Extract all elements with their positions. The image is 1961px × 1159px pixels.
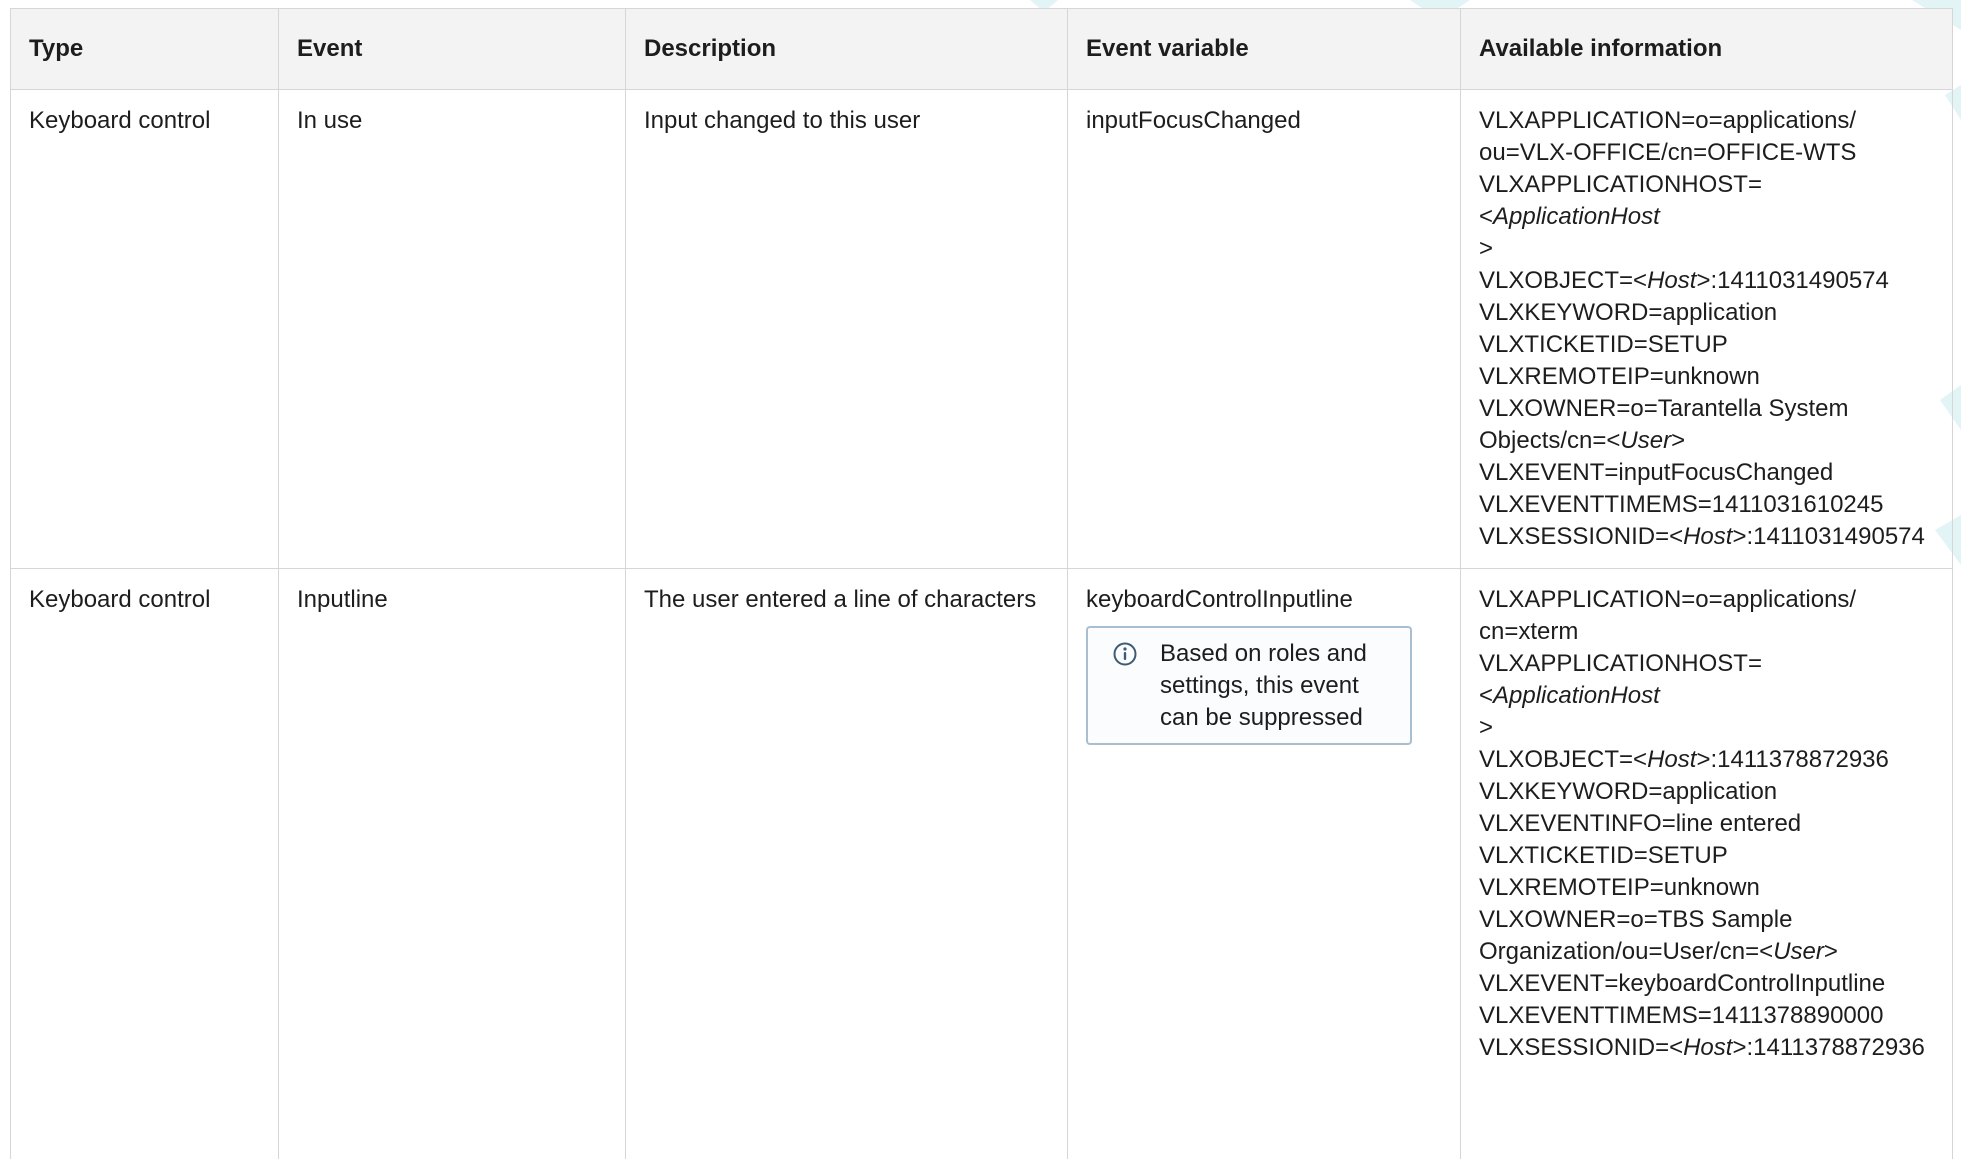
info-text: >: [1479, 235, 1493, 262]
info-text: VLXEVENT=keyboardControlInputline: [1479, 970, 1885, 997]
info-text: VLXREMOTEIP=unknown: [1479, 363, 1760, 390]
info-text: VLXEVENTTIMEMS=1411378890000: [1479, 1002, 1883, 1029]
events-table: Type Event Description Event variable Av…: [10, 8, 1953, 1159]
info-line: VLXEVENTINFO=line entered: [1479, 808, 1934, 840]
info-note: Based on roles and settings, this event …: [1086, 626, 1412, 745]
header-type: Type: [11, 9, 279, 90]
info-text: VLXEVENTTIMEMS=1411031610245: [1479, 491, 1883, 518]
info-line: VLXOBJECT=<Host>:1411378872936: [1479, 744, 1934, 776]
info-line: VLXSESSIONID=<Host>:1411031490574: [1479, 521, 1934, 553]
info-text: Objects/cn=<: [1479, 427, 1620, 454]
table-header-row: Type Event Description Event variable Av…: [11, 9, 1953, 90]
info-line: ou=VLX-OFFICE/cn=OFFICE-WTS: [1479, 137, 1934, 169]
available-information-text: VLXAPPLICATION=o=applications/cn=xterm VL…: [1479, 584, 1934, 1064]
info-line: VLXSESSIONID=<Host>:1411378872936: [1479, 1032, 1934, 1064]
info-text: >:1411031490574: [1732, 523, 1924, 550]
table-row: Keyboard control In use Input changed to…: [11, 90, 1953, 569]
info-line: VLXAPPLICATION=o=applications/: [1479, 584, 1934, 616]
info-line: VLXTICKETID=SETUP: [1479, 329, 1934, 361]
info-placeholder: Host: [1683, 523, 1732, 550]
header-event: Event: [279, 9, 626, 90]
info-line: VLXKEYWORD=application: [1479, 297, 1934, 329]
info-line: VLXEVENTTIMEMS=1411378890000: [1479, 1000, 1934, 1032]
info-line: >: [1479, 233, 1934, 265]
info-line: VLXAPPLICATION=o=applications/: [1479, 105, 1934, 137]
info-line: VLXAPPLICATIONHOST=<ApplicationHost: [1479, 648, 1934, 712]
info-text: VLXKEYWORD=application: [1479, 778, 1777, 805]
info-text: >: [1824, 938, 1838, 965]
info-circle-icon: [1112, 641, 1138, 667]
header-event-variable: Event variable: [1068, 9, 1461, 90]
cell-type: Keyboard control: [11, 90, 279, 569]
info-note-text: Based on roles and settings, this event …: [1160, 638, 1396, 734]
info-text: VLXAPPLICATION=o=applications/: [1479, 586, 1856, 613]
info-placeholder: ApplicationHost: [1493, 682, 1660, 709]
info-text: VLXOBJECT=<: [1479, 267, 1647, 294]
cell-available-information: VLXAPPLICATION=o=applications/ou=VLX-OFF…: [1461, 90, 1953, 569]
info-line: VLXOWNER=o=Tarantella System: [1479, 393, 1934, 425]
info-placeholder: User: [1773, 938, 1824, 965]
info-line: VLXAPPLICATIONHOST=<ApplicationHost: [1479, 169, 1934, 233]
info-placeholder: User: [1620, 427, 1671, 454]
available-information-text: VLXAPPLICATION=o=applications/ou=VLX-OFF…: [1479, 105, 1934, 553]
info-placeholder: Host: [1647, 746, 1696, 773]
info-text: VLXOWNER=o=TBS Sample: [1479, 906, 1792, 933]
info-line: VLXEVENT=keyboardControlInputline: [1479, 968, 1934, 1000]
cell-event: Inputline: [279, 569, 626, 1159]
info-placeholder: Host: [1647, 267, 1696, 294]
table-row: Keyboard control Inputline The user ente…: [11, 569, 1953, 1159]
info-text: VLXTICKETID=SETUP: [1479, 842, 1728, 869]
info-text: VLXSESSIONID=<: [1479, 523, 1683, 550]
info-text: VLXAPPLICATION=o=applications/: [1479, 107, 1856, 134]
cell-type: Keyboard control: [11, 569, 279, 1159]
info-text: Organization/ou=User/cn=<: [1479, 938, 1773, 965]
info-text: VLXEVENTINFO=line entered: [1479, 810, 1801, 837]
info-text: >: [1671, 427, 1685, 454]
info-line: Objects/cn=<User>: [1479, 425, 1934, 457]
info-line: >: [1479, 712, 1934, 744]
info-text: >:1411378872936: [1696, 746, 1888, 773]
event-variable-text: keyboardControlInputline: [1086, 584, 1442, 616]
info-text: VLXREMOTEIP=unknown: [1479, 874, 1760, 901]
info-text: VLXOWNER=o=Tarantella System: [1479, 395, 1848, 422]
info-line: VLXOWNER=o=TBS Sample: [1479, 904, 1934, 936]
cell-event-variable: keyboardControlInputline Based on roles …: [1068, 569, 1461, 1159]
cell-description: The user entered a line of characters: [626, 569, 1068, 1159]
info-text: VLXOBJECT=<: [1479, 746, 1647, 773]
info-line: VLXKEYWORD=application: [1479, 776, 1934, 808]
info-text: cn=xterm: [1479, 618, 1578, 645]
info-text: >:1411031490574: [1696, 267, 1888, 294]
info-line: VLXEVENT=inputFocusChanged: [1479, 457, 1934, 489]
cell-event: In use: [279, 90, 626, 569]
info-text: VLXTICKETID=SETUP: [1479, 331, 1728, 358]
info-text: VLXEVENT=inputFocusChanged: [1479, 459, 1833, 486]
info-line: VLXEVENTTIMEMS=1411031610245: [1479, 489, 1934, 521]
cell-available-information: VLXAPPLICATION=o=applications/cn=xterm VL…: [1461, 569, 1953, 1159]
header-description: Description: [626, 9, 1068, 90]
info-line: Organization/ou=User/cn=<User>: [1479, 936, 1934, 968]
info-line: VLXREMOTEIP=unknown: [1479, 361, 1934, 393]
cell-event-variable: inputFocusChanged: [1068, 90, 1461, 569]
info-line: cn=xterm: [1479, 616, 1934, 648]
info-line: VLXOBJECT=<Host>:1411031490574: [1479, 265, 1934, 297]
header-available-information: Available information: [1461, 9, 1953, 90]
info-line: VLXTICKETID=SETUP: [1479, 840, 1934, 872]
info-placeholder: ApplicationHost: [1493, 203, 1660, 230]
info-text: VLXKEYWORD=application: [1479, 299, 1777, 326]
info-text: >: [1479, 714, 1493, 741]
info-line: VLXREMOTEIP=unknown: [1479, 872, 1934, 904]
cell-description: Input changed to this user: [626, 90, 1068, 569]
info-text: ou=VLX-OFFICE/cn=OFFICE-WTS: [1479, 139, 1856, 166]
